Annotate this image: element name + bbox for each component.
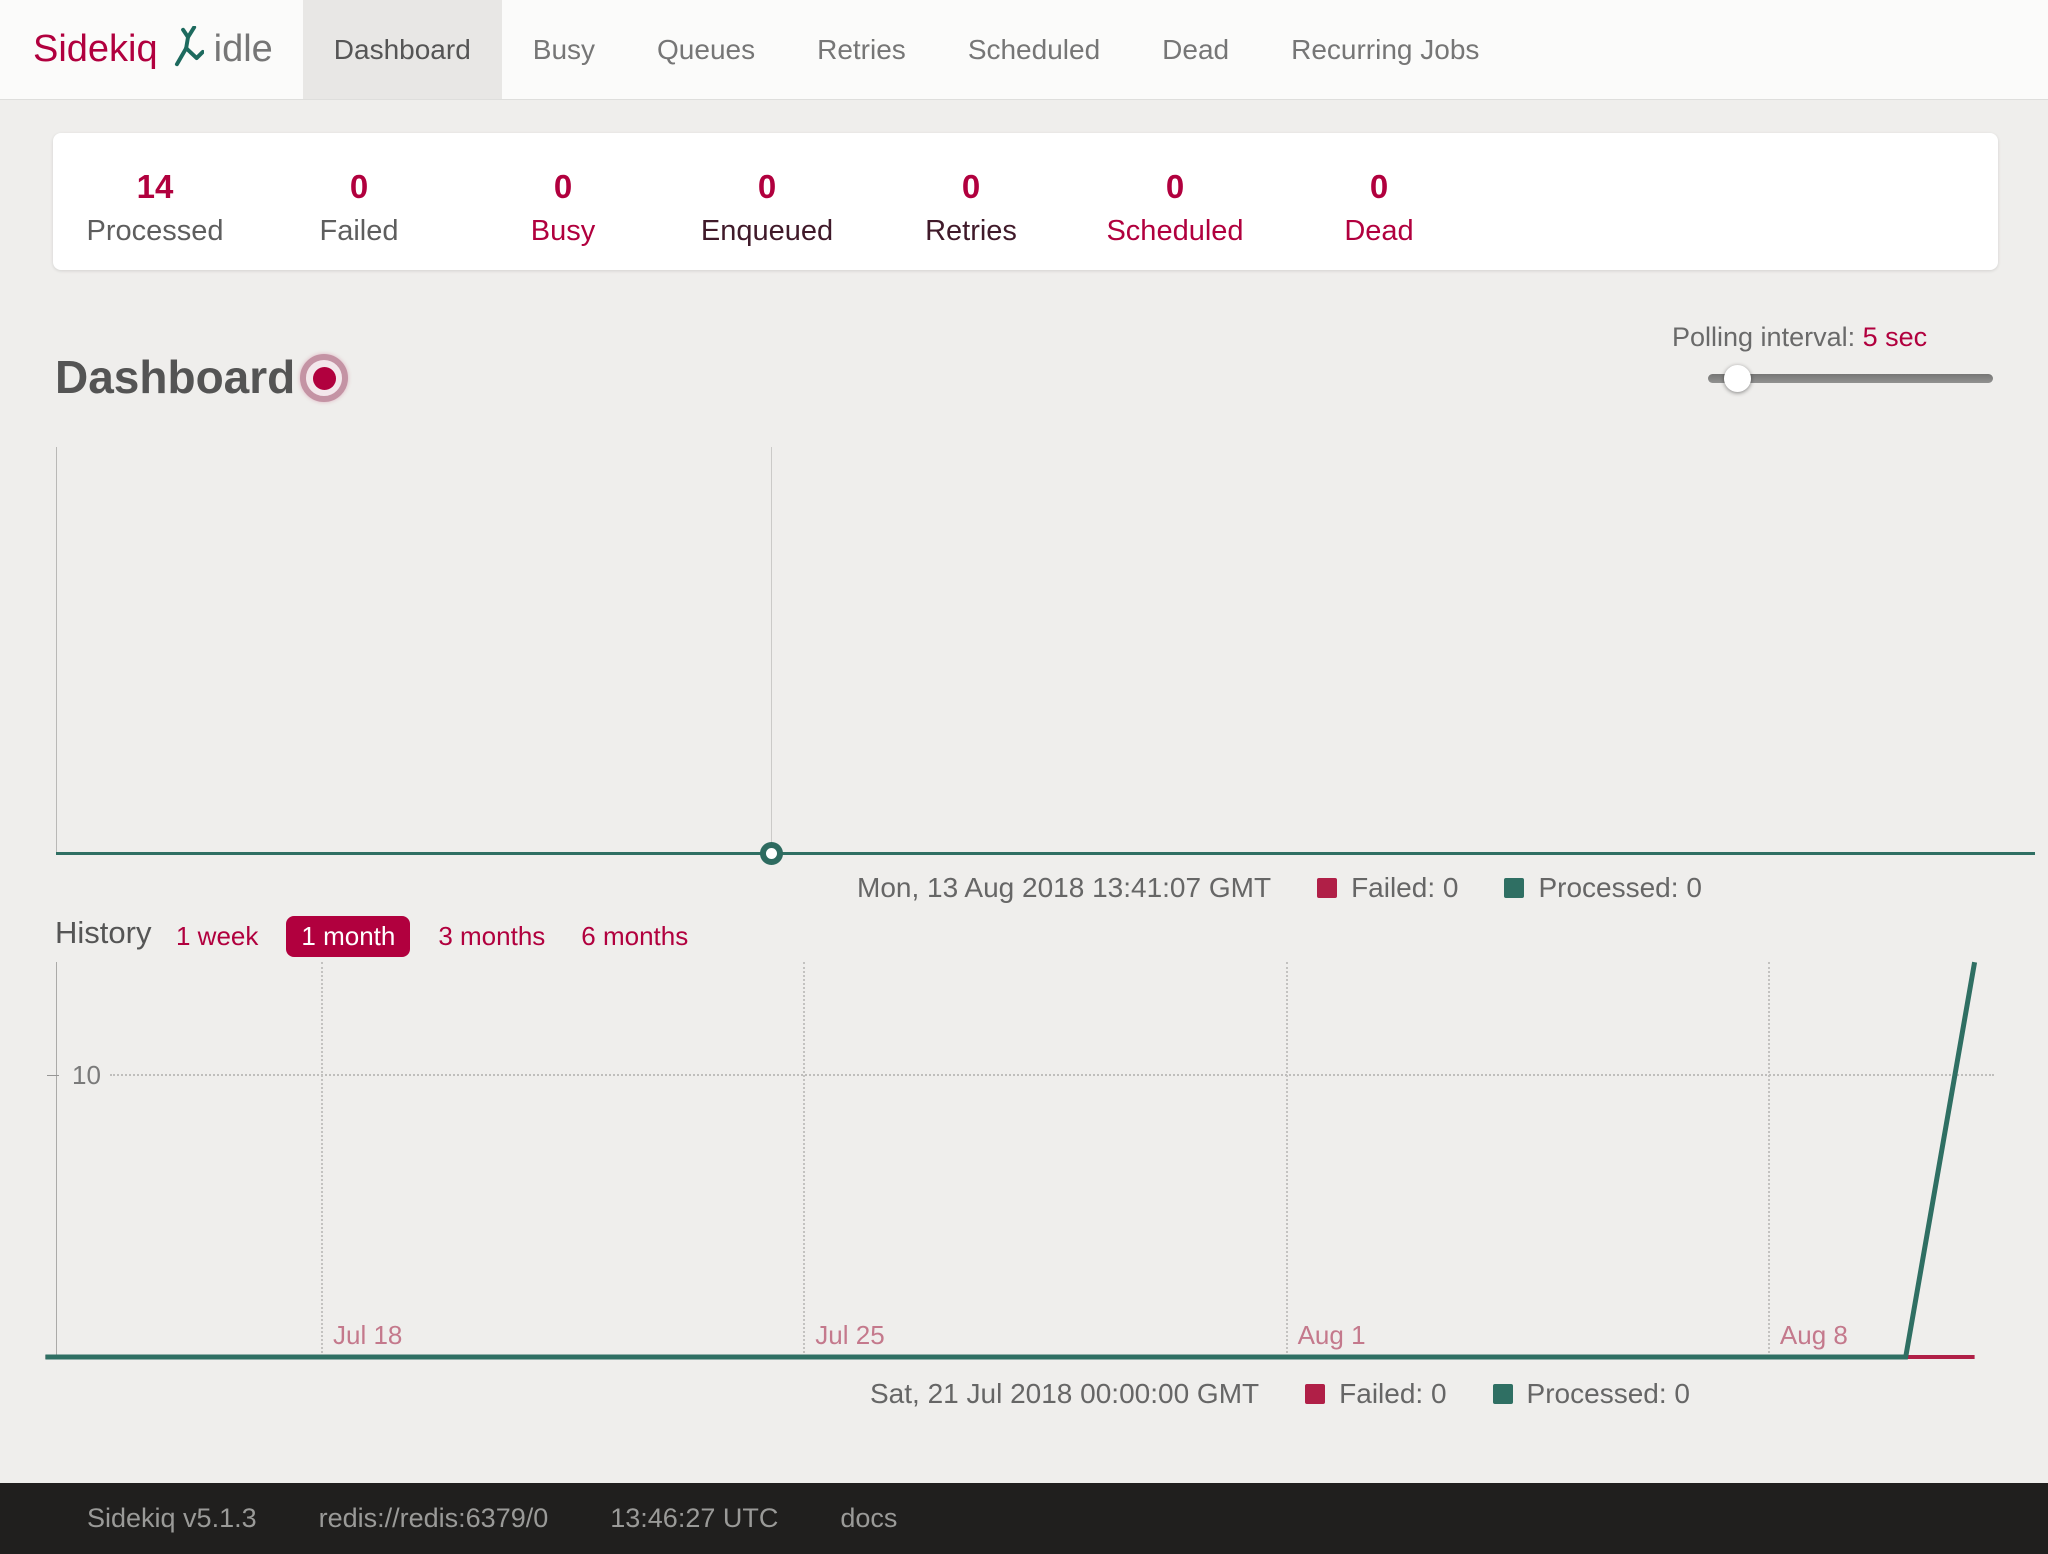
history-legend: Sat, 21 Jul 2018 00:00:00 GMT Failed: 0 …	[870, 1378, 1690, 1410]
range-3-months[interactable]: 3 months	[430, 916, 553, 957]
summary-value: 0	[461, 169, 665, 205]
polling-label-text: Polling interval:	[1672, 322, 1855, 352]
failed-swatch-icon	[1305, 1384, 1325, 1404]
summary-item-enqueued[interactable]: 0 Enqueued	[665, 169, 869, 248]
footer-version: Sidekiq v5.1.3	[87, 1503, 257, 1534]
brand-name[interactable]: Sidekiq	[33, 28, 158, 71]
footer-time: 13:46:27 UTC	[610, 1503, 778, 1534]
range-1-month[interactable]: 1 month	[286, 916, 410, 957]
tab-dashboard[interactable]: Dashboard	[303, 0, 502, 99]
summary-label: Failed	[257, 215, 461, 248]
history-legend-failed: Failed: 0	[1339, 1378, 1446, 1410]
range-6-months[interactable]: 6 months	[573, 916, 696, 957]
processed-swatch-icon	[1493, 1384, 1513, 1404]
summary-value: 0	[1277, 169, 1481, 205]
live-poll-beacon-icon[interactable]	[300, 354, 348, 402]
polling-interval-label: Polling interval: 5 sec	[1672, 322, 1927, 353]
failed-swatch-icon	[1317, 878, 1337, 898]
sidekiq-kicker-icon	[172, 26, 204, 73]
summary-label[interactable]: Dead	[1277, 215, 1481, 248]
history-legend-timestamp: Sat, 21 Jul 2018 00:00:00 GMT	[870, 1378, 1259, 1410]
tab-busy[interactable]: Busy	[502, 0, 626, 99]
realtime-processed-line	[56, 852, 2035, 855]
status-label: idle	[214, 28, 273, 71]
summary-item-dead[interactable]: 0 Dead	[1277, 169, 1481, 248]
realtime-hover-cursor	[771, 447, 772, 853]
history-range-buttons: 1 week 1 month 3 months 6 months	[168, 916, 696, 957]
realtime-legend: Mon, 13 Aug 2018 13:41:07 GMT Failed: 0 …	[857, 872, 1702, 904]
realtime-legend-failed: Failed: 0	[1351, 872, 1458, 904]
processed-series-line	[45, 962, 1974, 1357]
summary-item-busy[interactable]: 0 Busy	[461, 169, 665, 248]
history-series-plot	[56, 962, 2035, 1362]
sidekiq-app: Sidekiq idle Dashboard Busy Queues Retri…	[0, 0, 2048, 1554]
summary-label[interactable]: Scheduled	[1073, 215, 1277, 248]
tab-dead[interactable]: Dead	[1131, 0, 1260, 99]
summary-value: 14	[53, 169, 257, 205]
summary-label[interactable]: Busy	[461, 215, 665, 248]
summary-value: 0	[1073, 169, 1277, 205]
realtime-y-axis	[56, 447, 57, 855]
beacon-dot	[313, 367, 336, 390]
summary-value: 0	[869, 169, 1073, 205]
range-1-week[interactable]: 1 week	[168, 916, 266, 957]
polling-interval-value-link[interactable]: 5 sec	[1863, 322, 1928, 352]
realtime-legend-processed: Processed: 0	[1538, 872, 1701, 904]
tab-retries[interactable]: Retries	[786, 0, 937, 99]
polling-slider-thumb[interactable]	[1724, 365, 1751, 392]
history-legend-processed: Processed: 0	[1527, 1378, 1690, 1410]
footer: Sidekiq v5.1.3 redis://redis:6379/0 13:4…	[0, 1483, 2048, 1554]
tab-scheduled[interactable]: Scheduled	[937, 0, 1131, 99]
summary-bar: 14 Processed 0 Failed 0 Busy 0 Enqueued …	[53, 133, 1998, 270]
tab-queues[interactable]: Queues	[626, 0, 786, 99]
summary-item-retries[interactable]: 0 Retries	[869, 169, 1073, 248]
footer-docs-link[interactable]: docs	[840, 1503, 897, 1534]
summary-item-failed: 0 Failed	[257, 169, 461, 248]
brand[interactable]: Sidekiq idle	[0, 0, 303, 99]
summary-value: 0	[257, 169, 461, 205]
realtime-legend-timestamp: Mon, 13 Aug 2018 13:41:07 GMT	[857, 872, 1271, 904]
footer-redis-url: redis://redis:6379/0	[319, 1503, 549, 1534]
summary-item-scheduled[interactable]: 0 Scheduled	[1073, 169, 1277, 248]
tab-recurring-jobs[interactable]: Recurring Jobs	[1260, 0, 1510, 99]
polling-interval-slider[interactable]	[1708, 374, 1993, 383]
processed-swatch-icon	[1504, 878, 1524, 898]
realtime-chart[interactable]	[56, 447, 2035, 857]
page-title: Dashboard	[55, 350, 295, 404]
summary-label: Processed	[53, 215, 257, 248]
summary-label[interactable]: Retries	[869, 215, 1073, 248]
summary-item-processed: 14 Processed	[53, 169, 257, 248]
summary-label[interactable]: Enqueued	[665, 215, 869, 248]
summary-value: 0	[665, 169, 869, 205]
history-chart[interactable]: 10 Jul 18 Jul 25 Aug 1 Aug 8	[56, 962, 2035, 1362]
nav-tabs: Dashboard Busy Queues Retries Scheduled …	[303, 0, 1511, 99]
history-title: History	[55, 915, 151, 951]
realtime-hover-marker	[760, 842, 783, 865]
navbar: Sidekiq idle Dashboard Busy Queues Retri…	[0, 0, 2048, 100]
